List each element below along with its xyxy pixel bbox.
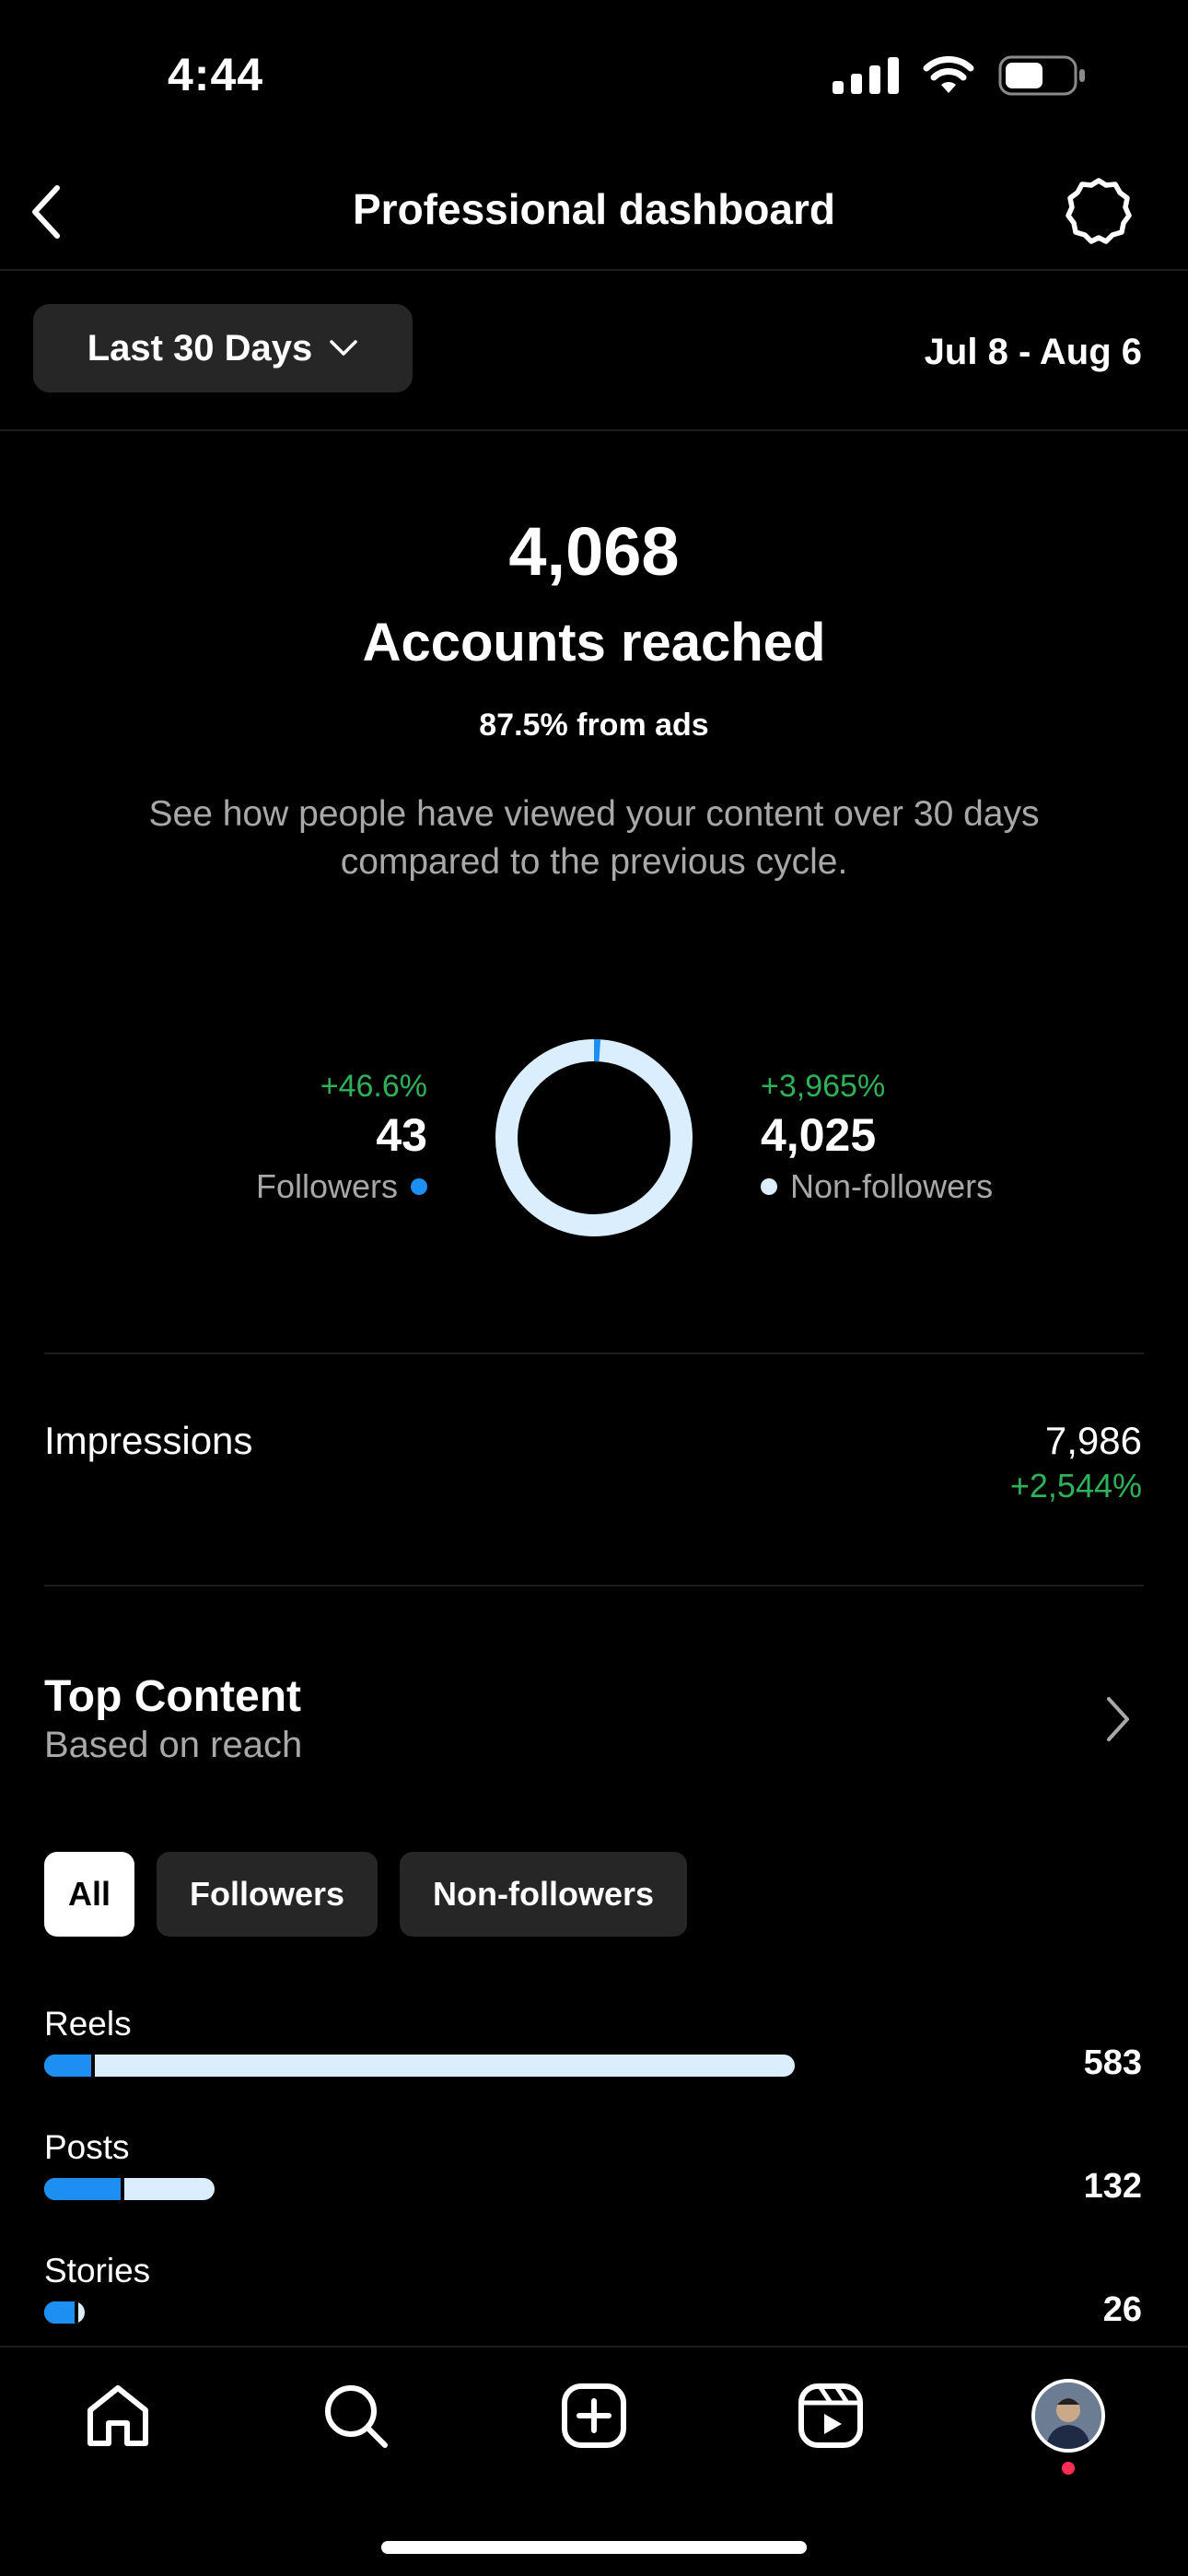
filter-chip-non-followers[interactable]: Non-followers: [400, 1852, 688, 1937]
row-value-posts: 132: [1083, 2167, 1142, 2206]
impressions-value: 7,986: [1044, 1419, 1142, 1462]
impressions-label: Impressions: [44, 1419, 253, 1462]
reels-icon: [798, 2383, 863, 2448]
status-icons: [833, 55, 1087, 96]
profile-notification-dot: [1062, 2462, 1075, 2475]
home-indicator: [381, 2541, 807, 2554]
nav-home[interactable]: [81, 2379, 155, 2453]
posts-followers-fill: [44, 2178, 124, 2200]
non-followers-value: 4,025: [761, 1109, 877, 1161]
gear-icon: [1066, 178, 1132, 244]
top-content-title: Top Content: [44, 1672, 302, 1721]
non-followers-change: +3,965%: [761, 1069, 886, 1104]
reels-followers-fill: [44, 2055, 95, 2077]
divider: [44, 1585, 1144, 1587]
top-content-subtitle: Based on reach: [44, 1725, 303, 1765]
date-range-label: Last 30 Days: [87, 327, 313, 369]
non-followers-stat: +3,965% 4,025 Non-followers: [761, 1069, 993, 1206]
impressions-change: +2,544%: [1009, 1467, 1142, 1505]
top-content-open-button[interactable]: [1100, 1693, 1136, 1745]
non-followers-legend: Non-followers: [761, 1167, 993, 1206]
search-icon: [325, 2385, 388, 2448]
reels-reach-bar: [44, 2055, 795, 2077]
non-followers-label: Non-followers: [790, 1167, 994, 1205]
date-range-text: Jul 8 - Aug 6: [924, 332, 1142, 372]
accounts-reached-value: 4,068: [508, 513, 680, 590]
followers-label: Followers: [255, 1167, 398, 1205]
divider: [44, 1352, 1144, 1354]
followers-dot: [411, 1178, 427, 1195]
posts-reach-bar: [44, 2178, 215, 2200]
row-label-stories: Stories: [44, 2252, 151, 2289]
stories-reach-bar: [44, 2301, 85, 2324]
followers-legend: Followers: [256, 1167, 427, 1206]
battery-icon: [998, 55, 1085, 96]
create-icon: [562, 2383, 626, 2448]
reach-description: See how people have viewed your content …: [148, 794, 1040, 882]
signal-icon: [833, 57, 899, 94]
content-filter-chips: All Followers Non-followers: [44, 1852, 688, 1937]
nav-profile[interactable]: [1031, 2379, 1105, 2453]
nav-search[interactable]: [319, 2379, 392, 2453]
stories-followers-fill: [44, 2301, 79, 2324]
nav-create[interactable]: [557, 2379, 631, 2453]
filter-chip-all[interactable]: All: [44, 1852, 135, 1937]
row-value-reels: 583: [1083, 2043, 1142, 2082]
row-label-reels: Reels: [44, 2005, 132, 2043]
chevron-down-icon: [330, 340, 358, 356]
non-followers-ring: [495, 1039, 693, 1236]
ads-note: 87.5% from ads: [479, 708, 709, 743]
followers-change: +46.6%: [320, 1069, 427, 1104]
non-followers-dot: [761, 1178, 777, 1195]
accounts-reached-label: Accounts reached: [362, 613, 826, 673]
row-label-posts: Posts: [44, 2128, 130, 2166]
chevron-right-icon: [1107, 1697, 1129, 1741]
avatar-image: [1035, 2383, 1101, 2449]
settings-button[interactable]: [1065, 177, 1133, 245]
wifi-icon: [923, 56, 974, 93]
followers-stat: +46.6% 43 Followers: [256, 1069, 427, 1206]
divider: [0, 269, 1188, 271]
profile-avatar: [1031, 2379, 1105, 2453]
home-icon: [87, 2385, 148, 2446]
divider: [0, 429, 1188, 431]
audience-donut-chart: [495, 1039, 693, 1236]
date-range-dropdown[interactable]: Last 30 Days: [33, 304, 413, 392]
nav-reels[interactable]: [794, 2379, 868, 2453]
status-time: 4:44: [168, 49, 264, 100]
filter-chip-followers[interactable]: Followers: [157, 1852, 379, 1937]
followers-value: 43: [376, 1109, 427, 1161]
page-title: Professional dashboard: [352, 185, 835, 233]
row-value-stories: 26: [1102, 2290, 1142, 2329]
